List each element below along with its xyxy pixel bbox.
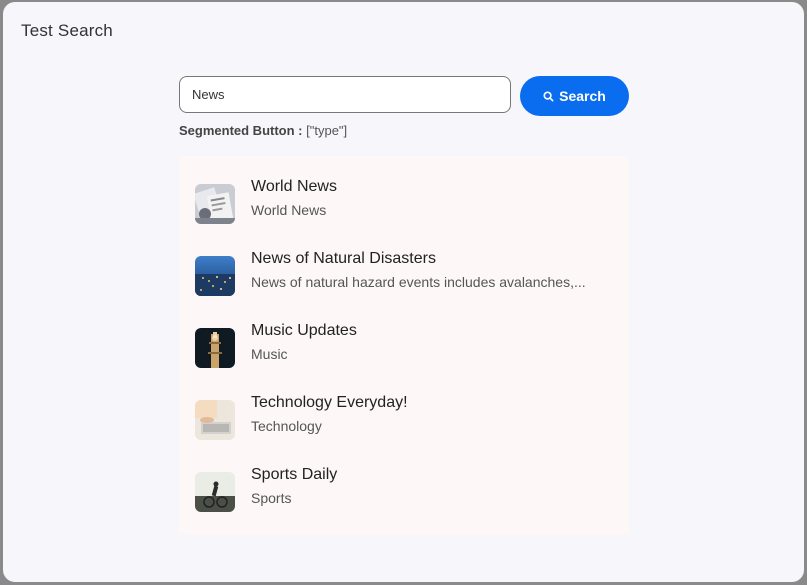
list-item-subtitle: Music: [251, 346, 288, 362]
list-item-subtitle: News of natural hazard events includes a…: [251, 274, 586, 290]
list-item-title: Technology Everyday!: [251, 394, 408, 411]
segmented-button-info: Segmented Button : ["type"]: [179, 123, 347, 138]
city-night-thumbnail: [195, 256, 235, 296]
list-item-title: Sports Daily: [251, 466, 338, 483]
search-icon: [543, 90, 554, 102]
search-dialog: Test Search Search Segmented Button : ["…: [3, 2, 804, 582]
dialog-title: Test Search: [21, 21, 113, 40]
list-item[interactable]: World News World News: [195, 178, 615, 226]
list-item-title: News of Natural Disasters: [251, 250, 436, 267]
concert-thumbnail: [195, 328, 235, 368]
list-item-title: World News: [251, 178, 337, 195]
list-item[interactable]: Sports Daily Sports: [195, 466, 615, 514]
laptop-thumbnail: [195, 400, 235, 440]
segmented-button-value: ["type"]: [306, 123, 348, 138]
results-list: World News World News News of Natural Di…: [179, 156, 629, 534]
list-item-subtitle: Technology: [251, 418, 322, 434]
search-button[interactable]: Search: [520, 76, 629, 116]
list-item-subtitle: World News: [251, 202, 327, 218]
search-bar: Search: [179, 76, 629, 116]
list-item[interactable]: Technology Everyday! Technology: [195, 394, 615, 442]
list-item-subtitle: Sports: [251, 490, 292, 506]
segmented-button-label: Segmented Button :: [179, 123, 303, 138]
cyclist-thumbnail: [195, 472, 235, 512]
list-item[interactable]: News of Natural Disasters News of natura…: [195, 250, 615, 298]
list-item[interactable]: Music Updates Music: [195, 322, 615, 370]
list-item-title: Music Updates: [251, 322, 357, 339]
search-button-label: Search: [559, 88, 606, 104]
newspaper-thumbnail: [195, 184, 235, 224]
search-input[interactable]: [179, 76, 511, 113]
